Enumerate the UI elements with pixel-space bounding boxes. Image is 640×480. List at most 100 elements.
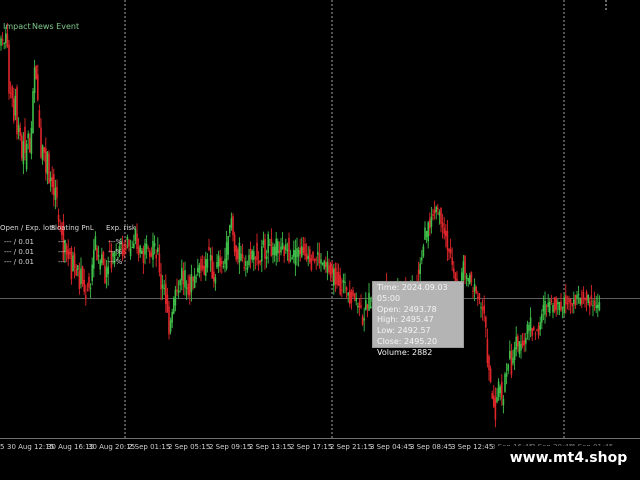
x-axis-label-4: 2 Sep 01:15 (128, 443, 171, 451)
candle-body-126 (201, 265, 204, 269)
candle-body-369 (590, 295, 593, 299)
candle-body-77 (123, 249, 125, 254)
candle-body-366 (585, 292, 588, 301)
candle-body-268 (429, 219, 431, 229)
candle-body-327 (523, 340, 525, 346)
candle-body-178 (285, 244, 287, 250)
candle-body-374 (598, 302, 601, 311)
candle-body-192 (307, 255, 309, 260)
candle-body-310 (496, 396, 498, 402)
candle-body-87 (139, 245, 141, 253)
candle-body-83 (133, 243, 135, 248)
candle-body-23 (37, 74, 39, 101)
candle-body-279 (446, 230, 449, 250)
candle-body-97 (155, 255, 157, 259)
candle-body-323 (517, 336, 519, 347)
candle-body-223 (357, 306, 359, 308)
candle-body-63 (101, 254, 103, 264)
candle-body-132 (211, 255, 213, 279)
candle-body-17 (27, 133, 29, 139)
price-chart[interactable] (0, 0, 640, 480)
candle-body-336 (537, 325, 540, 336)
candle-body-103 (165, 283, 167, 305)
candle-body-315 (504, 373, 506, 392)
candle-body-33 (53, 174, 55, 196)
candle-body-67 (107, 266, 109, 275)
impact-label: Impact (3, 22, 31, 31)
candle-body-25 (40, 127, 42, 158)
tooltip-low: Low: 2492.57 (377, 326, 431, 336)
candle-body-3 (5, 33, 7, 43)
candle-body-102 (163, 288, 165, 290)
candle-body-348 (557, 302, 559, 304)
candle-body-20 (32, 91, 34, 134)
candle-body-302 (483, 305, 485, 314)
candle-body-283 (453, 268, 455, 273)
candle-body-347 (555, 298, 557, 310)
candle-body-135 (216, 262, 218, 268)
candle-body-118 (189, 276, 191, 296)
candle-body-329 (526, 324, 529, 334)
candle-body-0 (0, 38, 2, 46)
candle-body-47 (75, 268, 77, 276)
candle-body-119 (190, 274, 193, 293)
candle-body-314 (502, 398, 505, 406)
candle-body-298 (477, 296, 479, 298)
candle-body-89 (142, 248, 145, 264)
candle-body-65 (104, 265, 106, 284)
candle-body-189 (302, 247, 305, 253)
candle-body-50 (80, 268, 82, 284)
row-3-pnl: --- (58, 258, 66, 266)
candle-body-361 (577, 294, 580, 296)
candle-body-35 (56, 186, 58, 198)
candle-body-28 (45, 148, 47, 173)
candle-body-15 (24, 126, 26, 153)
candle-body-62 (99, 260, 101, 270)
candle-body-282 (451, 257, 453, 265)
candle-body-275 (440, 207, 442, 224)
candle-body-351 (561, 307, 564, 309)
candle-body-164 (262, 240, 265, 245)
candle-body-197 (315, 258, 317, 260)
candle-body-294 (470, 271, 473, 283)
candle-body-174 (278, 250, 281, 253)
candle-body-367 (587, 294, 589, 303)
candle-body-307 (491, 393, 493, 399)
candle-body-186 (297, 249, 300, 257)
candle-body-101 (161, 284, 164, 289)
candle-body-161 (257, 261, 260, 264)
candle-body-147 (235, 245, 237, 260)
candle-body-331 (529, 317, 532, 331)
candle-body-93 (149, 251, 151, 257)
col-open-exp-lots: Open / Exp. lots (0, 224, 56, 232)
x-axis-label-8: 2 Sep 17:15 (290, 443, 333, 451)
candle-body-274 (438, 211, 441, 216)
candle-body-305 (488, 356, 490, 371)
candle-body-2 (3, 42, 5, 44)
candle-body-266 (425, 231, 428, 238)
candle-body-54 (86, 289, 89, 291)
candle-body-358 (573, 299, 575, 304)
tooltip-open: Open: 2493.78 (377, 304, 437, 314)
candle-body-295 (472, 290, 474, 292)
candle-body-179 (286, 249, 289, 252)
candle-body-79 (126, 236, 129, 240)
tooltip-volume: Volume: 2882 (377, 347, 433, 357)
candle-body-151 (241, 254, 244, 259)
candle-body-127 (203, 265, 205, 275)
candle-body-18 (29, 138, 31, 153)
candle-body-48 (77, 265, 79, 271)
candle-body-355 (568, 298, 570, 303)
x-axis-label-9: 2 Sep 21:15 (330, 443, 373, 451)
candle-body-299 (478, 293, 481, 300)
candle-body-34 (54, 187, 57, 200)
candle-body-219 (350, 291, 353, 304)
candle-body-209 (334, 267, 337, 285)
candle-body-100 (160, 273, 162, 290)
candle-body-56 (89, 287, 92, 289)
candle-body-163 (261, 246, 263, 262)
candle-body-168 (269, 244, 271, 246)
candle-body-290 (464, 255, 466, 274)
row-1-risk: ---% (108, 238, 123, 246)
candle-body-107 (171, 311, 173, 323)
